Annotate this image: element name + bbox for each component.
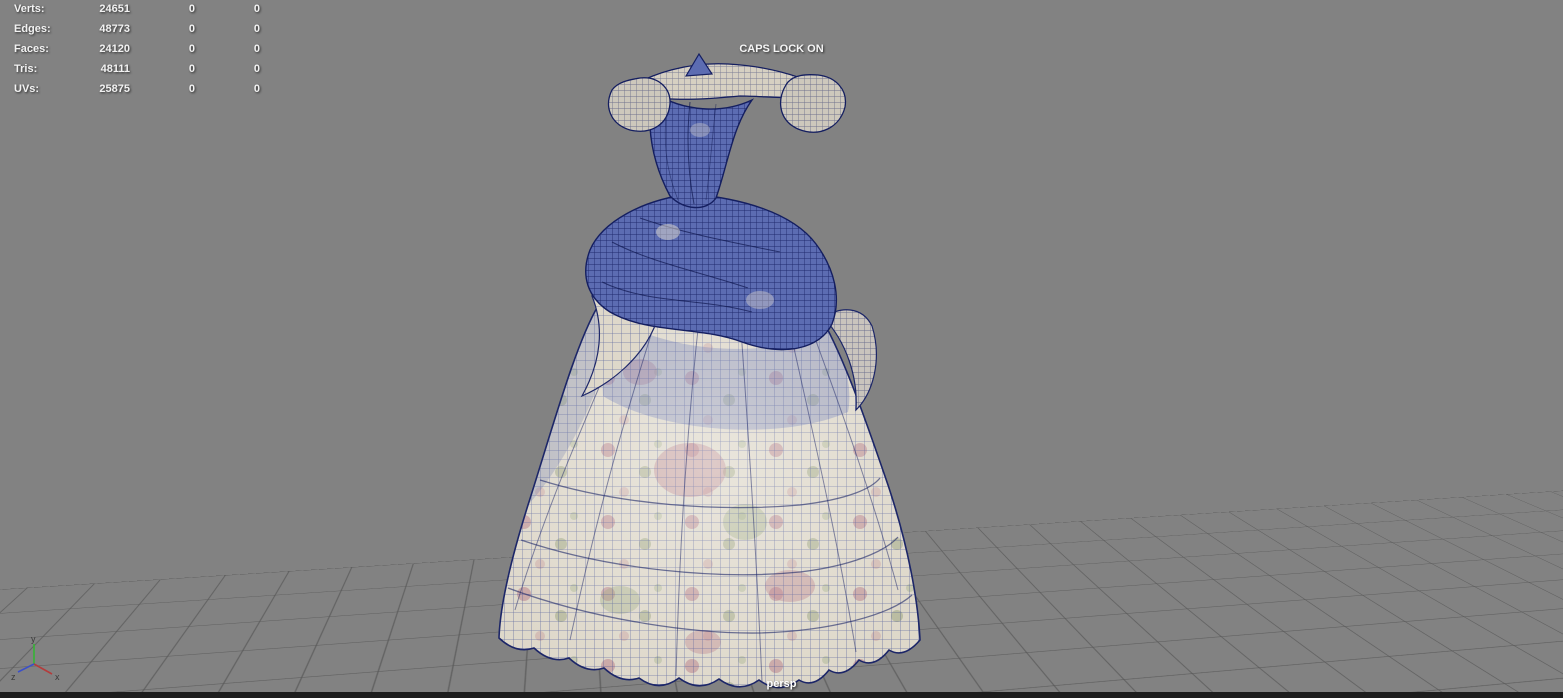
axis-x-label: x [55, 672, 60, 682]
axis-y-label: y [31, 634, 36, 644]
hud-label: Tris: [14, 63, 38, 75]
hud-value: 0 [253, 63, 260, 75]
hud-label: Verts: [14, 3, 45, 15]
hud-value: 0 [253, 43, 260, 55]
caps-lock-indicator: CAPS LOCK ON [739, 43, 824, 55]
hud-value: 0 [253, 3, 260, 15]
bottom-edge-bar [0, 692, 1563, 698]
dress-model[interactable] [0, 0, 1563, 698]
axis-z-line [17, 663, 35, 673]
hud-value: 25875 [99, 83, 130, 95]
viewport-3d[interactable]: Verts: 24651 0 0 Edges: 48773 0 0 Faces:… [0, 0, 1563, 698]
axis-z-label: z [11, 672, 16, 682]
hud-value: 0 [188, 63, 195, 75]
hud-value: 0 [253, 23, 260, 35]
hud-value: 48111 [100, 63, 130, 75]
hud-value: 24120 [99, 43, 130, 55]
camera-name-label: persp [766, 678, 797, 690]
hud-value: 0 [188, 43, 195, 55]
hud-label: Faces: [14, 43, 49, 55]
hud-value: 24651 [99, 3, 130, 15]
hud-label: Edges: [14, 23, 51, 35]
hud-value: 48773 [99, 23, 130, 35]
hud-value: 0 [253, 83, 260, 95]
hud-value: 0 [188, 83, 195, 95]
hud-value: 0 [188, 3, 195, 15]
axis-x-line [33, 663, 53, 675]
hud-label: UVs: [14, 83, 40, 95]
hud-value: 0 [188, 23, 195, 35]
axis-gizmo: y x z [11, 634, 60, 682]
